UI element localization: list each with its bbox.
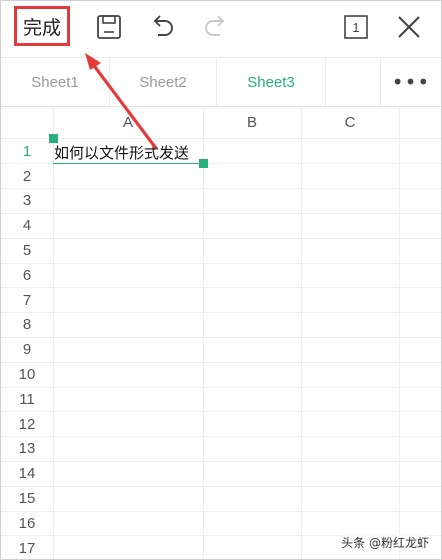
grid-line <box>1 188 441 189</box>
row-header[interactable]: 8 <box>1 313 53 338</box>
redo-icon[interactable] <box>201 12 231 42</box>
row-header[interactable]: 4 <box>1 213 53 238</box>
tab-label: Sheet1 <box>31 73 79 91</box>
row-header[interactable]: 11 <box>1 387 53 412</box>
grid-line <box>203 106 204 559</box>
tab-sheet2[interactable]: Sheet2 <box>110 58 216 106</box>
more-button[interactable]: ••• <box>381 58 441 106</box>
done-label: 完成 <box>22 16 61 39</box>
column-header-b[interactable]: B <box>203 106 301 139</box>
page-number: 1 <box>352 20 359 35</box>
page-icon[interactable]: 1 <box>341 12 371 42</box>
row-header[interactable]: 17 <box>1 536 53 559</box>
grid-line <box>1 511 441 512</box>
grid-line <box>1 263 441 264</box>
close-icon[interactable] <box>394 12 424 42</box>
grid-line <box>1 362 441 363</box>
row-header[interactable]: 1 <box>1 139 53 164</box>
grid-line <box>399 106 400 559</box>
grid-line <box>1 213 441 214</box>
row-header[interactable]: 7 <box>1 288 53 313</box>
grid-line <box>1 436 441 437</box>
grid-line <box>301 106 302 559</box>
tab-sheet1[interactable]: Sheet1 <box>1 58 109 106</box>
grid-line <box>53 106 54 559</box>
row-header[interactable]: 12 <box>1 412 53 437</box>
undo-icon[interactable] <box>147 12 177 42</box>
grid-line <box>1 461 441 462</box>
row-header[interactable]: 3 <box>1 189 53 214</box>
grid-line <box>1 337 441 338</box>
grid-line <box>1 411 441 412</box>
row-header[interactable]: 5 <box>1 238 53 263</box>
tab-divider <box>325 58 326 106</box>
row-header[interactable]: 13 <box>1 437 53 462</box>
row-header[interactable]: 10 <box>1 362 53 387</box>
column-header-a[interactable]: A <box>53 106 203 139</box>
toolbar: 完成 1 <box>1 1 441 55</box>
row-header[interactable]: 9 <box>1 337 53 362</box>
row-header[interactable]: 14 <box>1 461 53 486</box>
column-header-c[interactable]: C <box>301 106 399 139</box>
row-header[interactable]: 15 <box>1 486 53 511</box>
tab-label: Sheet3 <box>247 73 295 91</box>
grid-line <box>1 238 441 239</box>
row-header[interactable]: 6 <box>1 263 53 288</box>
selection-handle-top[interactable] <box>49 134 58 143</box>
spreadsheet-editor: 完成 1 Sheet1 Sheet2 Sheet3 ••• A B C 1 2 … <box>0 0 442 560</box>
grid-line <box>1 312 441 313</box>
row-header[interactable]: 2 <box>1 164 53 189</box>
done-button[interactable]: 完成 <box>14 6 70 46</box>
sheet-tabs: Sheet1 Sheet2 Sheet3 ••• <box>1 57 441 107</box>
row-header[interactable]: 16 <box>1 511 53 536</box>
save-icon[interactable] <box>94 12 124 42</box>
watermark: 头条 @粉红龙虾 <box>341 534 429 551</box>
grid-line <box>1 387 441 388</box>
grid-line <box>1 486 441 487</box>
selection-handle-bottom[interactable] <box>199 159 208 168</box>
tab-label: Sheet2 <box>139 73 187 91</box>
cell-a1[interactable]: 如何以文件形式发送 <box>54 142 189 164</box>
tab-sheet3[interactable]: Sheet3 <box>217 58 325 106</box>
grid-line <box>1 287 441 288</box>
spreadsheet-grid[interactable]: A B C 1 2 3 4 5 6 7 8 9 10 11 12 13 14 1… <box>1 106 441 559</box>
